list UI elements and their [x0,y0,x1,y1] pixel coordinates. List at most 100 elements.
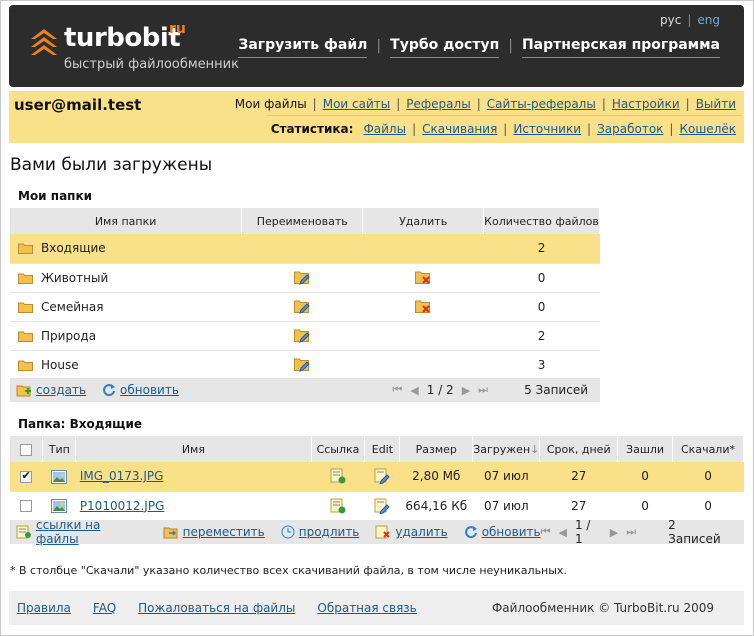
language-switcher: рус | eng [660,13,720,27]
file-row[interactable]: IMG_0173.JPG2,80 Мб07 июл2700 [10,462,744,492]
col-visits[interactable]: Зашли [617,436,674,462]
col-file-count[interactable]: Количество файлов [483,208,600,234]
last-page-icon[interactable]: ⏭ [478,383,488,397]
create-folder-link[interactable]: создать [36,383,86,397]
refresh-files-action[interactable]: обновить [464,525,541,539]
col-name[interactable]: Имя [75,436,312,462]
rename-icon[interactable] [294,299,310,314]
rename-icon[interactable] [294,270,310,285]
col-folder-name[interactable]: Имя папки [10,208,243,234]
folder-row[interactable]: House 3 [10,350,600,380]
rename-icon[interactable] [294,357,310,372]
prev-page-icon[interactable]: ◀ [558,526,566,539]
extend-link[interactable]: продлить [299,525,360,539]
folder-row[interactable]: Животный 0 [10,263,600,293]
logo-text[interactable]: turbobit [64,23,181,53]
folder-name[interactable]: Входящие [41,241,106,255]
folder-name[interactable]: House [41,358,79,372]
file-name-link[interactable]: P1010012.JPG [80,499,165,513]
folder-row[interactable]: Природа 2 [10,321,600,351]
folder-name-cell[interactable]: Природа [10,321,242,351]
account-nav-settings[interactable]: Настройки [612,97,680,111]
refresh-files-link[interactable]: обновить [482,525,541,539]
move-action[interactable]: переместить [163,525,265,539]
stats-label: Статистика: [270,122,354,136]
footer-report[interactable]: Пожаловаться на файлы [138,601,295,615]
next-page-icon[interactable]: ▶ [462,384,470,397]
account-nav-my-files[interactable]: Мои файлы [235,97,307,111]
file-link-icon[interactable] [330,468,346,484]
delete-cell [362,234,484,264]
folder-row[interactable]: Входящие 2 [10,234,600,264]
delete-link[interactable]: удалить [395,525,447,539]
folder-name-cell[interactable]: Животный [10,263,242,293]
lang-en[interactable]: eng [697,13,720,27]
col-delete: Удалить [362,208,485,234]
delete-folder-icon[interactable] [415,270,431,285]
folder-name[interactable]: Животный [41,271,108,285]
select-all-checkbox[interactable] [20,443,33,456]
file-link-icon[interactable] [330,498,346,514]
file-checkbox[interactable] [20,500,33,512]
rename-icon[interactable] [294,328,310,343]
extend-action[interactable]: продлить [281,525,360,539]
prev-page-icon[interactable]: ◀ [410,384,418,397]
file-links-action[interactable]: ссылки на файлы [16,518,147,546]
nav-turbo-access[interactable]: Турбо доступ [390,37,500,58]
refresh-folders-action[interactable]: обновить [102,383,179,397]
stats-nav-sources[interactable]: Источники [513,122,581,136]
file-name-link[interactable]: IMG_0173.JPG [80,469,164,483]
nav-upload[interactable]: Загрузить файл [238,37,368,58]
folder-name-cell[interactable]: Входящие [10,234,242,264]
create-folder-action[interactable]: создать [16,383,86,397]
stats-nav-files[interactable]: Файлы [363,122,406,136]
folder-name-cell[interactable]: House [10,350,242,380]
file-size: 664,16 Кб [399,491,473,521]
move-link[interactable]: переместить [183,525,265,539]
lang-ru[interactable]: рус [660,13,681,27]
rename-cell [241,234,363,264]
rename-cell [241,263,363,293]
refresh-folders-link[interactable]: обновить [120,383,179,397]
next-page-icon[interactable]: ▶ [610,526,618,539]
account-nav-logout[interactable]: Выйти [696,97,736,111]
site-header: turbobit ru быстрый файлообменник рус | en… [9,5,744,87]
folder-name-cell[interactable]: Семейная [10,292,242,322]
col-uploaded[interactable]: Загружен↓ [472,436,541,462]
file-links-link[interactable]: ссылки на файлы [36,518,147,546]
delete-action[interactable]: удалить [375,525,448,539]
edit-icon[interactable] [374,498,391,514]
last-page-icon[interactable]: ⏭ [626,525,636,539]
col-downloads[interactable]: Скачали* [672,436,744,462]
col-term[interactable]: Срок, дней [539,436,619,462]
folder-name[interactable]: Семейная [41,300,103,314]
account-nav-referral-sites[interactable]: Сайты-рефералы [487,97,596,111]
folder-row[interactable]: Семейная 0 [10,292,600,322]
folder-name[interactable]: Природа [41,329,96,343]
first-page-icon[interactable]: ⏮ [392,383,402,397]
col-size[interactable]: Размер [399,436,474,462]
account-nav-referrals[interactable]: Рефералы [406,97,470,111]
file-checkbox[interactable] [20,469,33,483]
file-term: 27 [539,462,618,492]
edit-icon[interactable] [374,468,391,485]
footer-feedback[interactable]: Обратная связь [317,601,416,615]
stats-nav-downloads[interactable]: Скачивания [422,122,497,136]
account-nav-my-sites[interactable]: Мои сайты [323,97,391,111]
stats-nav-earnings[interactable]: Заработок [597,122,663,136]
link-cell [311,491,365,521]
footer-faq[interactable]: FAQ [93,601,116,615]
col-edit: Edit [364,436,401,462]
file-uploaded: 07 июл [472,491,540,521]
delete-cell [362,292,484,322]
stats-nav-wallet[interactable]: Кошелёк [679,122,736,136]
first-page-icon[interactable]: ⏮ [541,525,551,539]
delete-cell [362,321,484,351]
footer-rules[interactable]: Правила [17,601,71,615]
nav-partner-program[interactable]: Партнерская программа [521,37,720,58]
col-select-all[interactable] [10,436,44,462]
files-title: Папка: Входящие [18,417,142,431]
delete-folder-icon[interactable] [415,299,431,314]
file-row[interactable]: P1010012.JPG 664,16 Кб 07 июл 27 0 0 [10,491,744,521]
col-type[interactable]: Тип [42,436,77,462]
